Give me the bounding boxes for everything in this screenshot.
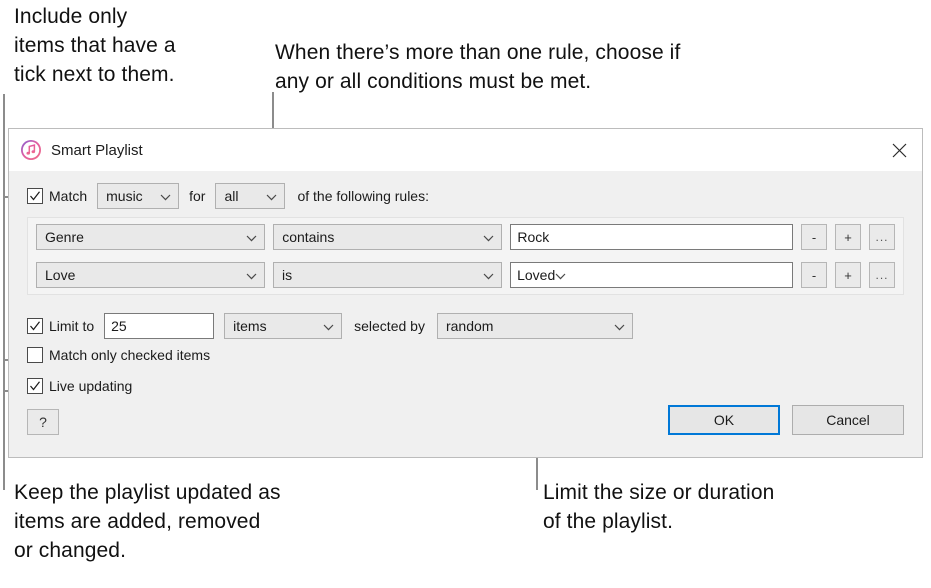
annotation-include-checked-items: Include only items that have a tick next… [14,2,264,89]
rule-field-dropdown[interactable]: Love [36,262,265,288]
add-rule-button[interactable]: + [835,224,861,250]
chevron-down-icon [266,188,277,204]
chevron-down-icon [483,229,494,245]
limit-to-checkbox[interactable] [27,318,43,334]
match-row: Match music for all of the following rul… [27,183,922,209]
chevron-down-icon [323,318,334,334]
live-updating-row: Live updating [27,378,922,394]
more-options-button[interactable]: ... [869,262,895,288]
dialog-title: Smart Playlist [51,142,143,159]
limit-unit-value: items [233,318,266,334]
rule-value-dropdown[interactable]: Loved [510,262,793,288]
remove-rule-button[interactable]: - [801,262,827,288]
match-suffix-label: of the following rules: [297,188,429,204]
rule-row: Genre contains Rock - + ... [36,224,895,250]
limit-amount-input[interactable]: 25 [104,313,214,339]
chevron-down-icon [160,188,171,204]
rule-field-dropdown[interactable]: Genre [36,224,265,250]
annotation-match-any-all: When there’s more than one rule, choose … [275,38,895,96]
chevron-down-icon [614,318,625,334]
limit-to-label: Limit to [49,318,94,334]
add-rule-button[interactable]: + [835,262,861,288]
match-for-label: for [189,188,205,204]
chevron-down-icon [246,229,257,245]
annotation-limit-playlist: Limit the size or duration of the playli… [543,478,913,536]
selected-by-dropdown[interactable]: random [437,313,633,339]
close-icon[interactable] [876,129,922,171]
more-options-button[interactable]: ... [869,224,895,250]
match-kind-value: music [106,188,143,204]
live-updating-label: Live updating [49,378,132,394]
match-only-checked-row: Match only checked items [27,347,922,363]
dialog-footer-actions: OK Cancel [668,405,904,435]
limit-amount-value: 25 [111,318,127,334]
match-label: Match [49,188,87,204]
limit-unit-dropdown[interactable]: items [224,313,342,339]
leader-line-left-vertical [3,94,5,490]
rule-operator-dropdown[interactable]: contains [273,224,502,250]
dialog-body: Match music for all of the following rul… [9,171,922,457]
match-any-all-dropdown[interactable]: all [215,183,285,209]
limit-row: Limit to 25 items selected by random [27,313,922,339]
rule-operator-value: is [282,267,292,283]
match-kind-dropdown[interactable]: music [97,183,179,209]
cancel-button[interactable]: Cancel [792,405,904,435]
rule-value-text: Rock [517,229,549,245]
rule-field-value: Genre [45,229,84,245]
match-checkbox[interactable] [27,188,43,204]
selected-by-label: selected by [354,318,425,334]
match-any-all-value: all [224,188,238,204]
ok-button[interactable]: OK [668,405,780,435]
rule-field-value: Love [45,267,75,283]
smart-playlist-dialog: Smart Playlist Match music for [8,128,923,458]
live-updating-checkbox[interactable] [27,378,43,394]
dialog-titlebar: Smart Playlist [9,129,922,171]
match-only-checked-checkbox[interactable] [27,347,43,363]
rule-operator-dropdown[interactable]: is [273,262,502,288]
help-button[interactable]: ? [27,409,59,435]
chevron-down-icon [246,267,257,283]
itunes-music-note-icon [20,139,42,161]
chevron-down-icon [555,267,566,283]
match-only-checked-label: Match only checked items [49,347,210,363]
rules-list: Genre contains Rock - + ... [27,217,904,295]
rule-value-input[interactable]: Rock [510,224,793,250]
annotation-live-updating: Keep the playlist updated as items are a… [14,478,414,565]
rule-value-text: Loved [517,267,555,283]
rule-operator-value: contains [282,229,334,245]
chevron-down-icon [483,267,494,283]
remove-rule-button[interactable]: - [801,224,827,250]
selected-by-value: random [446,318,493,334]
rule-row: Love is Loved - [36,262,895,288]
